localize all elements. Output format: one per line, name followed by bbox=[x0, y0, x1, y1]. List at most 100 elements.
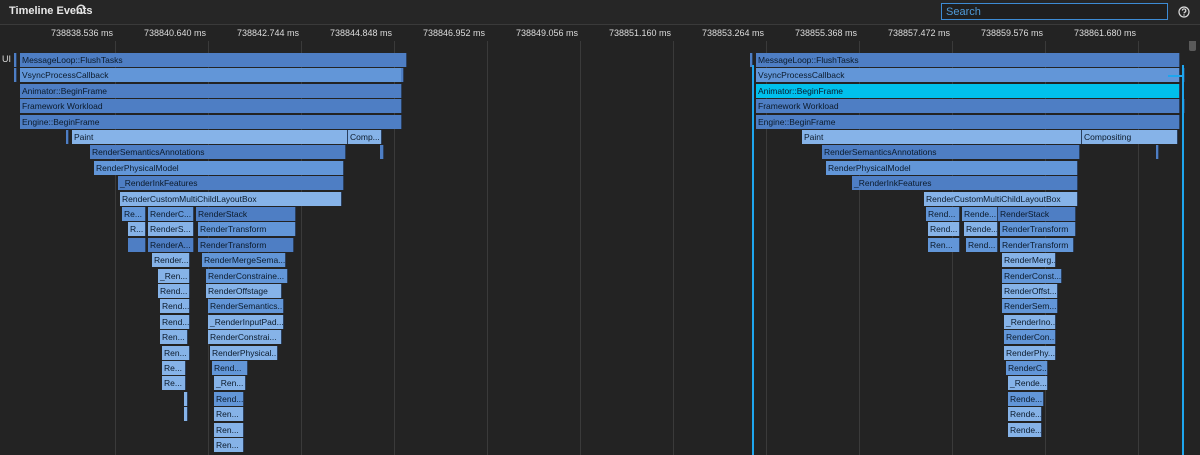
frame-right-event-bar[interactable]: Engine::BeginFrame bbox=[756, 114, 1180, 129]
frame-right-event-bar[interactable]: Framework Workload bbox=[756, 99, 1180, 114]
vertical-scrollbar[interactable] bbox=[1189, 41, 1196, 51]
frame-right-event-bar[interactable]: Animator::BeginFrame bbox=[756, 83, 1180, 98]
frame-right-event-bar[interactable]: RenderCon... bbox=[1004, 330, 1056, 345]
ruler-tick: 738855.368 ms bbox=[794, 28, 857, 38]
frame-left-event-bar[interactable]: _RenderInkFeatures bbox=[118, 176, 344, 191]
frame-left-event-bar[interactable]: RenderC... bbox=[148, 207, 194, 221]
frame-selection-top bbox=[1168, 75, 1184, 77]
frame-left-event-bar[interactable]: Rend... bbox=[160, 314, 190, 329]
frame-right-event-bar[interactable]: RenderOffst... bbox=[1002, 284, 1058, 298]
frame-left-event-bar[interactable]: MessageLoop::FlushTasks bbox=[20, 53, 405, 67]
frame-right-event-bar[interactable]: RenderC... bbox=[1006, 361, 1048, 375]
frame-left-event-bar[interactable]: Ren... bbox=[214, 407, 244, 422]
frame-left-event-bar[interactable] bbox=[184, 391, 188, 406]
frame-right-event-bar[interactable]: Rende... bbox=[1008, 407, 1042, 422]
frame-right-event-bar[interactable]: Rende... bbox=[1008, 391, 1044, 406]
frame-left-event-bar[interactable]: RenderSemanticsAnnotations bbox=[90, 145, 346, 160]
frame-left-event-bar[interactable]: RenderMergeSema... bbox=[202, 253, 286, 268]
frame-left-event-bar[interactable]: _Ren... bbox=[214, 376, 246, 391]
frame-right-event-bar[interactable]: RenderTransform bbox=[1000, 237, 1074, 252]
frame-left-event-bar[interactable]: Framework Workload bbox=[20, 99, 402, 114]
frame-right-event-bar[interactable]: RenderTransform bbox=[1000, 222, 1076, 237]
frame-left-event-bar[interactable]: Ren... bbox=[214, 422, 244, 437]
frame-left-event-bar[interactable]: Paint bbox=[72, 130, 348, 144]
frame-left-event-bar[interactable]: _RenderInputPad... bbox=[208, 314, 284, 329]
frame-right-event-bar[interactable]: RenderPhy... bbox=[1004, 345, 1056, 360]
frame-left-event-bar[interactable]: Rend... bbox=[158, 284, 190, 298]
frame-left-event-bar[interactable]: RenderOffstage bbox=[206, 284, 282, 298]
time-ruler: 738838.536 ms 738840.640 ms 738842.744 ms 7… bbox=[0, 25, 1200, 41]
frame-left-event-bar[interactable]: RenderSemantics... bbox=[208, 299, 284, 314]
frame-left-event-bar[interactable]: Animator::BeginFrame bbox=[20, 83, 402, 98]
frame-right-event-bar[interactable]: _Rende... bbox=[1008, 376, 1048, 391]
frame-right-event-bar[interactable]: Rende... bbox=[964, 222, 998, 237]
frame-left-event-bar[interactable]: Rend... bbox=[160, 299, 190, 314]
frame-right-event-bar[interactable]: Compositing bbox=[1082, 130, 1178, 144]
small-event-bar[interactable] bbox=[14, 68, 17, 83]
frame-left-event-bar[interactable]: RenderS... bbox=[148, 222, 194, 237]
frame-left-event-bar[interactable] bbox=[128, 237, 146, 252]
frame-left-event-bar[interactable]: Comp... bbox=[348, 130, 382, 144]
frame-left-event-bar[interactable]: RenderPhysical... bbox=[210, 345, 278, 360]
frame-left-event-bar[interactable]: _Ren... bbox=[158, 268, 190, 283]
frame-left-event-bar[interactable]: Ren... bbox=[162, 345, 190, 360]
frame-left-event-bar[interactable]: RenderStack bbox=[196, 207, 296, 221]
frame-left-event-bar[interactable] bbox=[184, 407, 188, 422]
frame-right-event-bar[interactable]: Rend... bbox=[926, 207, 960, 221]
frame-left-event-bar[interactable]: Rend... bbox=[214, 391, 244, 406]
frame-right-event-bar[interactable]: RenderStack bbox=[998, 207, 1076, 221]
lane-label-ui: UI bbox=[2, 54, 11, 64]
frame-right-event-bar[interactable]: VsyncProcessCallback bbox=[756, 68, 1180, 83]
frame-right-event-bar[interactable]: Rende... bbox=[962, 207, 998, 221]
frame-left-event-bar[interactable]: R... bbox=[128, 222, 146, 237]
small-event-bar[interactable] bbox=[750, 53, 753, 67]
small-event-bar[interactable] bbox=[1156, 145, 1159, 160]
frame-left-event-bar[interactable]: VsyncProcessCallback bbox=[20, 68, 404, 83]
frame-right-event-bar[interactable]: RenderCustomMultiChildLayoutBox bbox=[924, 191, 1078, 206]
frame-right-event-bar[interactable]: RenderConst... bbox=[1002, 268, 1062, 283]
small-event-bar[interactable] bbox=[14, 53, 17, 67]
frame-right-event-bar[interactable]: RenderSem... bbox=[1002, 299, 1058, 314]
frame-left-event-bar[interactable]: Render... bbox=[152, 253, 190, 268]
frame-right-event-bar[interactable]: Rend... bbox=[966, 237, 998, 252]
frame-right-event-bar[interactable]: MessageLoop::FlushTasks bbox=[756, 53, 1180, 67]
ruler-tick: 738859.576 ms bbox=[980, 28, 1043, 38]
ruler-tick: 738844.848 ms bbox=[329, 28, 392, 38]
frame-right-event-bar[interactable]: RenderPhysicalModel bbox=[826, 160, 1078, 175]
frame-right-event-bar[interactable]: Ren... bbox=[928, 237, 960, 252]
frame-right-event-bar[interactable]: Rende... bbox=[1008, 422, 1042, 437]
small-event-bar[interactable] bbox=[1182, 99, 1185, 114]
frame-left-event-bar[interactable]: Re... bbox=[162, 361, 186, 375]
flame-chart[interactable]: UI MessageLoop::FlushTasks VsyncProcessCa… bbox=[0, 41, 1200, 455]
refresh-icon[interactable] bbox=[75, 4, 87, 16]
frame-left-event-bar[interactable]: RenderConstrai... bbox=[208, 330, 282, 345]
frame-left-event-bar[interactable]: Ren... bbox=[214, 438, 244, 452]
frame-left-event-bar[interactable]: Re... bbox=[122, 207, 146, 221]
ruler-tick: 738851.160 ms bbox=[608, 28, 671, 38]
frame-left-event-bar[interactable]: RenderTransform bbox=[198, 222, 296, 237]
small-event-bar[interactable] bbox=[380, 145, 384, 160]
frame-right-event-bar[interactable]: Paint bbox=[802, 130, 1082, 144]
small-event-bar[interactable] bbox=[401, 68, 404, 83]
help-icon[interactable] bbox=[1178, 6, 1190, 18]
frame-left-event-bar[interactable]: Engine::BeginFrame bbox=[20, 114, 402, 129]
small-event-bar[interactable] bbox=[66, 130, 69, 144]
frame-right-event-bar[interactable]: _RenderIno... bbox=[1004, 314, 1056, 329]
ruler-tick: 738861.680 ms bbox=[1073, 28, 1136, 38]
frame-right-event-bar[interactable]: Rend... bbox=[928, 222, 960, 237]
frame-left-event-bar[interactable]: RenderTransform bbox=[198, 237, 294, 252]
ruler-tick: 738840.640 ms bbox=[143, 28, 206, 38]
frame-right-event-bar[interactable]: RenderSemanticsAnnotations bbox=[822, 145, 1080, 160]
frame-left-event-bar[interactable]: RenderPhysicalModel bbox=[94, 160, 344, 175]
frame-right-event-bar[interactable]: _RenderInkFeatures bbox=[852, 176, 1078, 191]
frame-left-event-bar[interactable]: RenderA... bbox=[148, 237, 194, 252]
frame-left-event-bar[interactable]: Ren... bbox=[160, 330, 188, 345]
search-input[interactable] bbox=[941, 3, 1168, 20]
frame-right-event-bar[interactable]: RenderMerg... bbox=[1002, 253, 1056, 268]
frame-left-event-bar[interactable]: Rend... bbox=[212, 361, 248, 375]
small-event-bar[interactable] bbox=[404, 53, 407, 67]
ruler-tick: 738849.056 ms bbox=[515, 28, 578, 38]
frame-left-event-bar[interactable]: RenderConstraine... bbox=[206, 268, 288, 283]
frame-left-event-bar[interactable]: RenderCustomMultiChildLayoutBox bbox=[120, 191, 342, 206]
frame-left-event-bar[interactable]: Re... bbox=[162, 376, 186, 391]
